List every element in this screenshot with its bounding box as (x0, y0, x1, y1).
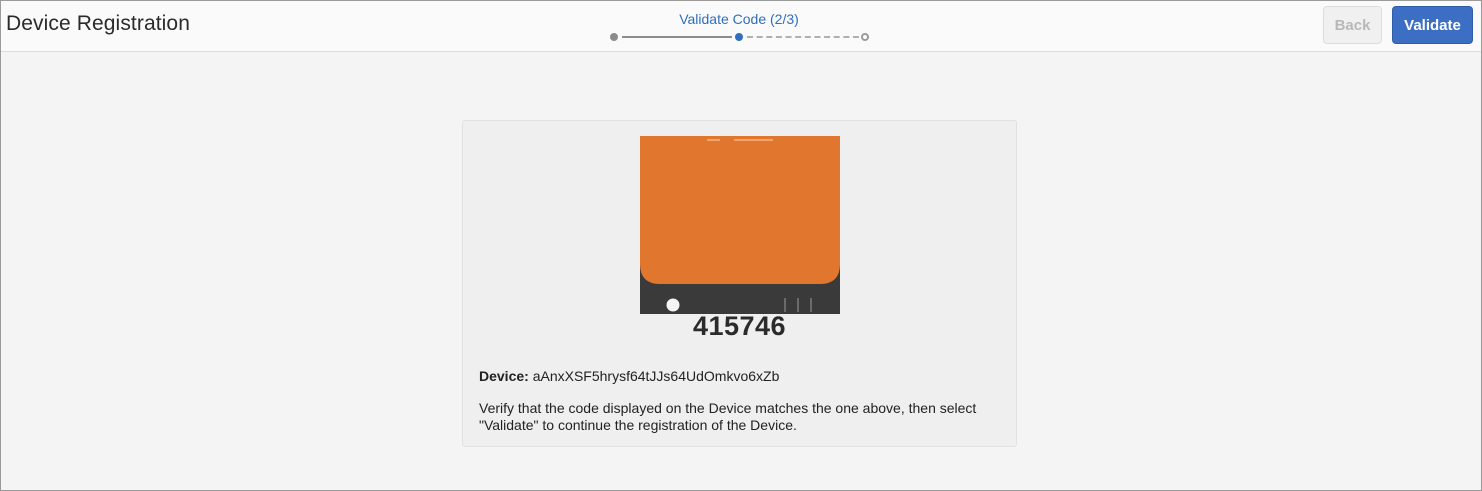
step-2-dot (735, 33, 743, 41)
page-title: Device Registration (6, 12, 190, 35)
stepper-completed-segment (622, 36, 732, 38)
validation-card: 415746 Device: aAnxXSF5hrysf64tJJs64UdOm… (462, 120, 1017, 447)
app-window: Device Registration Validate Code (2/3) … (0, 0, 1482, 491)
top-bar: Device Registration Validate Code (2/3) … (1, 1, 1481, 52)
device-speaker-right (734, 139, 773, 141)
device-id-value: aAnxXSF5hrysf64tJJs64UdOmkvo6xZb (532, 368, 780, 384)
device-vent-2 (797, 298, 799, 312)
instructions-text: Verify that the code displayed on the De… (479, 400, 977, 433)
validation-code: 415746 (692, 311, 787, 341)
device-vent-1 (784, 298, 786, 312)
device-speaker-left (707, 139, 720, 141)
device-screen (640, 136, 840, 284)
step-3-dot (861, 33, 869, 41)
step-indicator-label: Validate Code (2/3) (679, 11, 799, 27)
progress-stepper (609, 31, 871, 43)
device-power-led (666, 298, 680, 312)
device-vent-3 (810, 298, 812, 312)
stepper-pending-segment (747, 36, 859, 38)
validate-button[interactable]: Validate (1392, 6, 1473, 44)
device-id-row: Device: aAnxXSF5hrysf64tJJs64UdOmkvo6xZb (479, 368, 779, 384)
device-illustration (640, 136, 840, 314)
back-button[interactable]: Back (1323, 6, 1382, 44)
step-1-dot (610, 33, 618, 41)
device-id-label: Device: (479, 368, 529, 384)
